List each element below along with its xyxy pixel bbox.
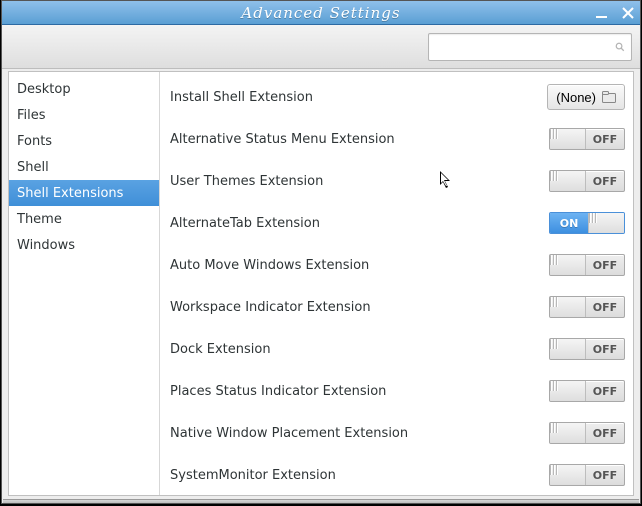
sidebar-item-shell[interactable]: Shell	[9, 154, 159, 180]
extension-label: Places Status Indicator Extension	[168, 384, 549, 399]
content-panel: DesktopFilesFontsShellShell ExtensionsTh…	[8, 71, 634, 496]
extension-label: User Themes Extension	[168, 174, 549, 189]
extension-label: Dock Extension	[168, 342, 549, 357]
sidebar-item-shell-extensions[interactable]: Shell Extensions	[9, 180, 159, 206]
row-user-themes-extension: User Themes ExtensionOFF	[168, 160, 625, 202]
toggle-switch[interactable]: OFF	[549, 170, 625, 192]
sidebar: DesktopFilesFontsShellShell ExtensionsTh…	[9, 72, 160, 495]
toggle-switch[interactable]: OFF	[549, 254, 625, 276]
toggle-switch[interactable]: OFF	[549, 380, 625, 402]
sidebar-item-desktop[interactable]: Desktop	[9, 76, 159, 102]
row-auto-move-windows-extension: Auto Move Windows ExtensionOFF	[168, 244, 625, 286]
row-systemmonitor-extension: SystemMonitor ExtensionOFF	[168, 454, 625, 495]
sidebar-item-windows[interactable]: Windows	[9, 232, 159, 258]
toggle-switch[interactable]: OFF	[549, 296, 625, 318]
search-input[interactable]	[435, 35, 615, 59]
sidebar-item-fonts[interactable]: Fonts	[9, 128, 159, 154]
extension-label: Workspace Indicator Extension	[168, 300, 549, 315]
install-file-chooser-button[interactable]: (None)	[547, 84, 625, 110]
search-icon	[615, 39, 625, 55]
toggle-switch[interactable]: OFF	[549, 464, 625, 486]
row-native-window-placement-extension: Native Window Placement ExtensionOFF	[168, 412, 625, 454]
toggle-switch[interactable]: OFF	[549, 128, 625, 150]
row-dock-extension: Dock ExtensionOFF	[168, 328, 625, 370]
extension-label: Auto Move Windows Extension	[168, 258, 549, 273]
extension-label: AlternateTab Extension	[168, 216, 549, 231]
toolbar	[2, 25, 640, 69]
sidebar-item-files[interactable]: Files	[9, 102, 159, 128]
install-label: Install Shell Extension	[168, 90, 547, 105]
toggle-switch[interactable]: ON	[549, 212, 625, 234]
extension-label: Alternative Status Menu Extension	[168, 132, 549, 147]
extension-label: Native Window Placement Extension	[168, 426, 549, 441]
window-title: Advanced Settings	[2, 4, 640, 22]
close-button[interactable]	[620, 5, 636, 21]
toggle-switch[interactable]: OFF	[549, 338, 625, 360]
extension-label: SystemMonitor Extension	[168, 468, 549, 483]
row-install-shell-extension: Install Shell Extension (None)	[168, 76, 625, 118]
main-panel: Install Shell Extension (None) Alternative…	[160, 72, 633, 495]
window-resize-grip[interactable]	[3, 499, 639, 503]
open-file-icon	[602, 91, 616, 103]
sidebar-item-theme[interactable]: Theme	[9, 206, 159, 232]
search-field[interactable]	[428, 33, 632, 61]
row-alternatetab-extension: AlternateTab ExtensionON	[168, 202, 625, 244]
titlebar[interactable]: Advanced Settings	[2, 1, 640, 25]
install-file-value: (None)	[556, 90, 596, 105]
row-alternative-status-menu-extension: Alternative Status Menu ExtensionOFF	[168, 118, 625, 160]
minimize-button[interactable]	[594, 5, 610, 21]
row-workspace-indicator-extension: Workspace Indicator ExtensionOFF	[168, 286, 625, 328]
window: Advanced Settings DesktopFilesFontsShell…	[1, 0, 641, 504]
row-places-status-indicator-extension: Places Status Indicator ExtensionOFF	[168, 370, 625, 412]
window-controls	[594, 1, 636, 25]
toggle-switch[interactable]: OFF	[549, 422, 625, 444]
